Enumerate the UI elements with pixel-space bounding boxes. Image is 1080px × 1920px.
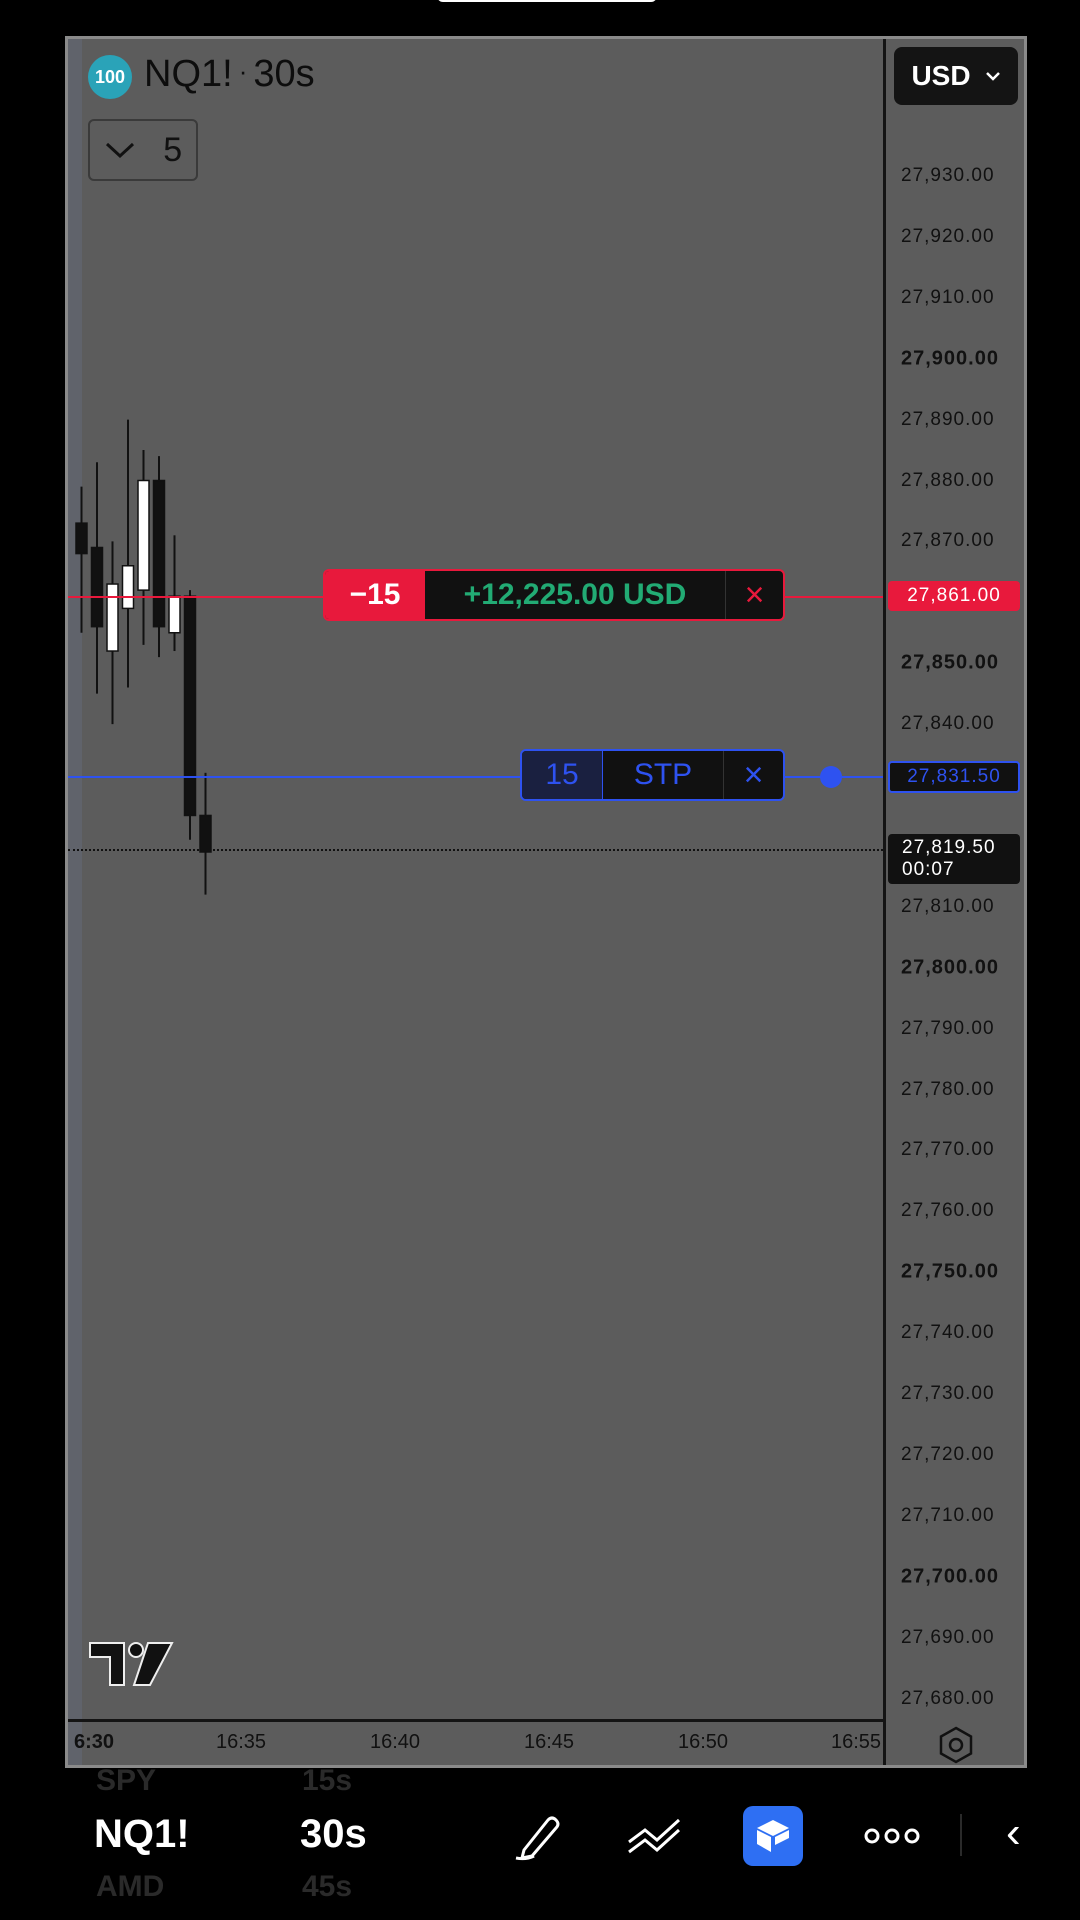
toolbar-separator [960,1814,962,1856]
candle-body [137,479,150,591]
chevron-down-icon [105,142,134,159]
currency-button[interactable]: USD [894,47,1018,105]
candle-body [152,479,166,628]
symbol-picker-next[interactable]: AMD [96,1870,164,1904]
drawing-tool-button[interactable] [508,1806,568,1866]
price-axis-label: 27,760.00 [901,1200,995,1222]
cancel-order-icon[interactable]: × [724,751,783,799]
currency-label: USD [911,60,971,91]
price-axis-label: 27,780.00 [901,1078,995,1100]
trading-panel-icon [757,1820,789,1852]
price-axis-label: 27,750.00 [901,1260,999,1283]
symbol-picker-current[interactable]: NQ1! [94,1812,190,1857]
time-axis-separator [68,1719,883,1722]
symbol-header[interactable]: NQ1! · 30s [144,53,315,96]
position-price-tag: 27,861.00 [888,581,1020,611]
candle-body [90,546,104,628]
stop-order-quantity[interactable]: 15 [522,751,603,799]
price-axis-label: 27,800.00 [901,956,999,979]
more-icon [864,1828,920,1844]
interval-picker-next[interactable]: 45s [302,1870,352,1904]
order-drag-handle[interactable] [820,766,842,788]
chart-settings-icon[interactable] [936,1725,976,1765]
symbol-name: NQ1! [144,53,233,95]
indicators-toggle[interactable]: 5 [88,119,198,181]
price-axis-label: 27,730.00 [901,1383,995,1404]
collapse-toolbar-icon[interactable]: ‹ [1006,1808,1021,1858]
time-axis-label: 16:35 [216,1731,267,1753]
stop-order-box[interactable]: 15 STP × [520,749,785,801]
price-axis-label: 27,740.00 [901,1322,995,1344]
time-axis-label: 16:55 [831,1731,882,1753]
price-axis-label: 27,870.00 [901,530,995,552]
price-axis-label: 27,790.00 [901,1017,995,1039]
last-price-line [68,849,883,851]
pen-icon [515,1816,560,1861]
price-axis-label: 27,810.00 [901,895,995,917]
price-axis-label: 27,720.00 [901,1443,995,1465]
last-price-value: 27,819.50 [902,837,996,858]
price-axis-label: 27,920.00 [901,225,995,247]
position-pnl: +12,225.00 USD [425,571,726,619]
time-axis-label: 16:40 [370,1731,421,1753]
candle-body [106,583,119,652]
candle-body [183,595,197,817]
candle-body [75,522,88,555]
position-box[interactable]: −15 +12,225.00 USD × [323,569,785,621]
time-axis-label: 16:45 [524,1731,575,1753]
price-axis-label: 27,710.00 [901,1504,995,1526]
chevron-down-icon [985,72,1000,81]
price-axis-label: 27,700.00 [901,1565,999,1588]
position-quantity[interactable]: −15 [325,571,425,619]
price-axis-label: 27,930.00 [901,165,995,186]
price-axis-label: 27,680.00 [901,1687,995,1709]
price-axis-label: 27,910.00 [901,286,995,308]
price-axis-label: 27,900.00 [901,347,999,370]
tradingview-logo [89,1642,174,1686]
price-axis-label: 27,850.00 [901,651,999,674]
title-separator: · [238,56,248,86]
chart-frame[interactable]: 100 NQ1! · 30s 5 USD 27,930.00 27,920.00 27,… [65,36,1027,1768]
trend-lines-button[interactable] [625,1806,685,1866]
time-axis-label: 16:50 [678,1731,729,1753]
indicators-count: 5 [163,130,183,169]
last-price-tag: 27,819.50 00:07 [888,834,1020,884]
interval-label: 30s [253,53,315,95]
price-axis-label: 27,840.00 [901,713,995,735]
price-axis-separator [883,39,886,1765]
trading-panel-button[interactable] [743,1806,803,1866]
trend-lines-icon [628,1818,681,1854]
time-axis-label: 6:30 [74,1731,115,1753]
symbol-picker-prev[interactable]: SPY [96,1764,156,1798]
price-axis-label: 27,880.00 [901,469,995,491]
candle-body [121,565,135,610]
price-axis-label: 27,690.00 [901,1626,995,1648]
price-axis-label: 27,770.00 [901,1139,995,1161]
symbol-logo[interactable]: 100 [88,55,132,99]
bar-countdown: 00:07 [902,859,955,880]
interval-picker-current[interactable]: 30s [300,1812,367,1857]
more-button[interactable] [862,1806,922,1866]
interval-picker-prev[interactable]: 15s [302,1764,352,1798]
candle-body [199,814,212,853]
candlestick-series [75,419,212,895]
candle-body [168,595,181,634]
notch-pill [437,0,657,2]
close-position-icon[interactable]: × [726,571,783,619]
price-axis-label: 27,890.00 [901,408,995,430]
stop-order-price-tag: 27,831.50 [888,761,1020,793]
stop-order-type: STP [603,751,724,799]
